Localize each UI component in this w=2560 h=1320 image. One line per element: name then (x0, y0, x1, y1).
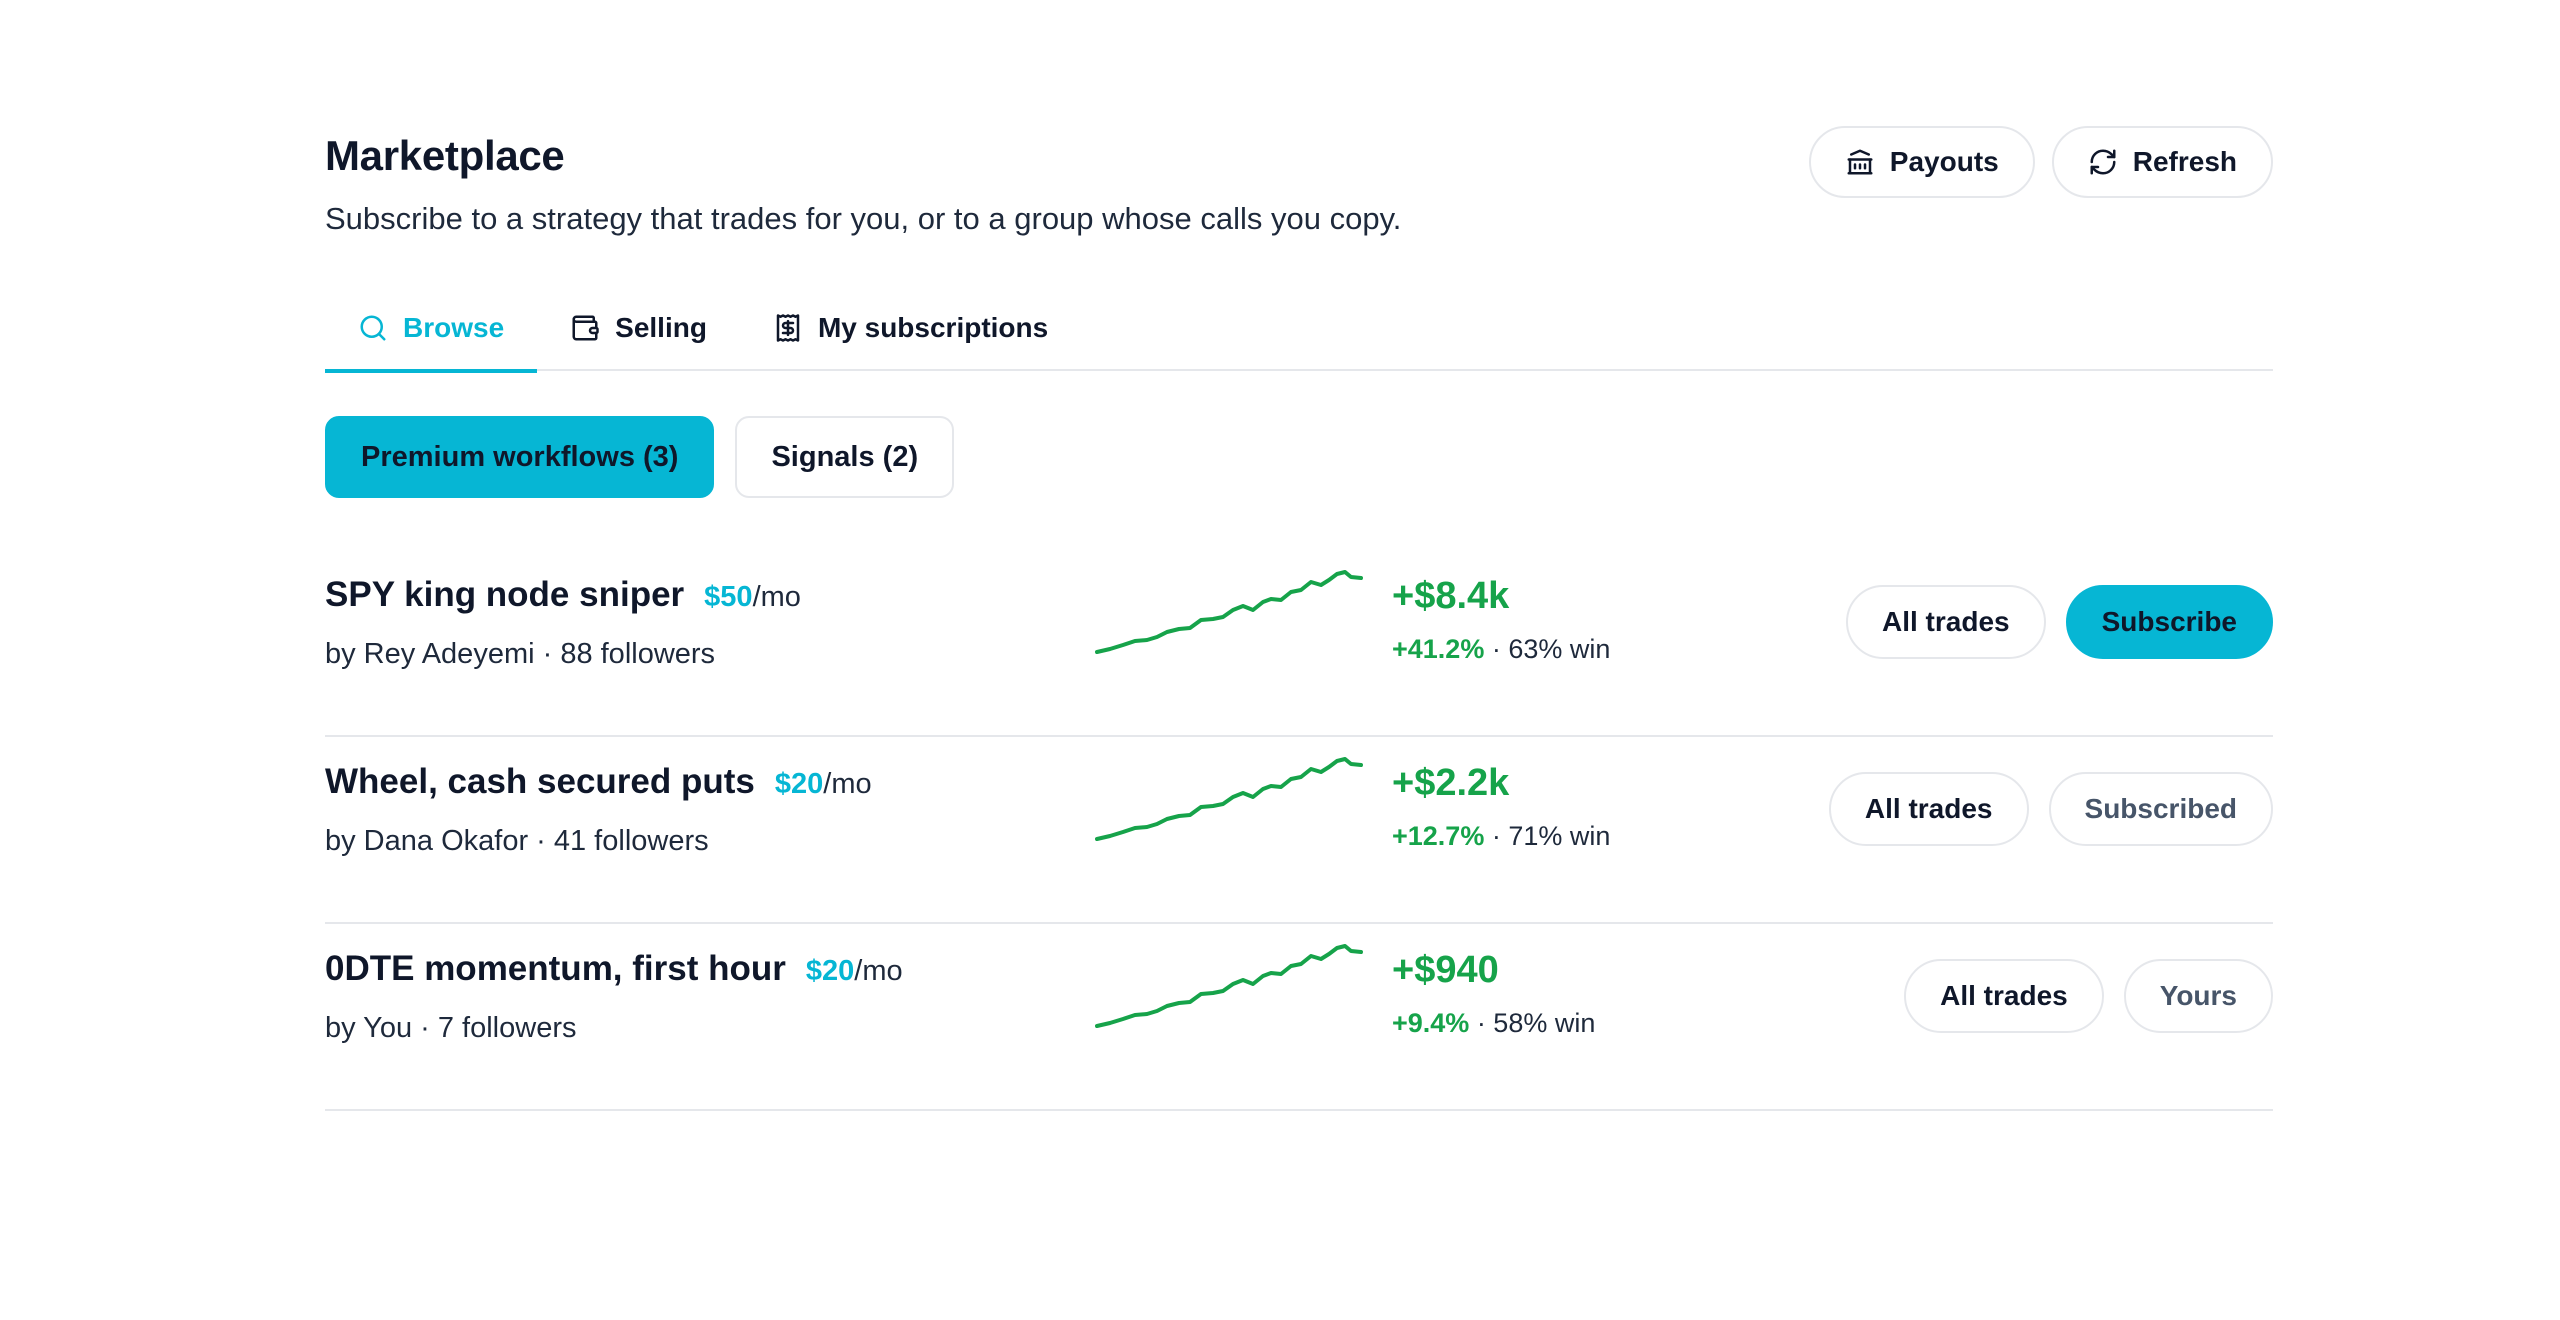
payouts-label: Payouts (1889, 146, 1999, 177)
listing-return: +9.4% (1392, 1008, 1470, 1038)
header-actions: Payouts Refresh (1808, 126, 2273, 198)
tab-selling[interactable]: Selling (537, 285, 740, 371)
list-item: SPY king node sniper $50 /mo by Rey Adey… (325, 550, 2273, 737)
listing-name[interactable]: 0DTE momentum, first hour (325, 949, 786, 989)
segment-premium-workflows[interactable]: Premium workflows (3) (325, 416, 715, 498)
listing-actions: All trades Subscribed (1828, 772, 2273, 846)
listing-list: SPY king node sniper $50 /mo by Rey Adey… (325, 550, 2273, 1111)
payouts-button[interactable]: Payouts (1808, 126, 2035, 198)
page-header: Marketplace Subscribe to a strategy that… (325, 125, 2273, 245)
segment-control: Premium workflows (3) Signals (2) (325, 416, 955, 498)
search-icon (358, 313, 388, 343)
yours-button[interactable]: Yours (2123, 959, 2273, 1033)
list-item: Wheel, cash secured puts $20 /mo by Dana… (325, 737, 2273, 924)
listing-price: $20 (805, 955, 855, 987)
sparkline (1095, 757, 1363, 841)
listing-meta: by You · 7 followers (325, 1012, 577, 1044)
listing-period: /mo (823, 768, 872, 800)
listing-period: /mo (854, 955, 903, 987)
listing-return: +41.2% (1392, 634, 1485, 664)
all-trades-button[interactable]: All trades (1904, 959, 2104, 1033)
listing-price: $20 (774, 768, 824, 800)
listing-pnl: +$2.2k (1392, 762, 1510, 804)
tab-bar: Browse Selling My subscriptions (325, 285, 2273, 373)
listing-stats: +41.2% · 63% win (1392, 634, 1610, 665)
listing-actions: All trades Yours (1904, 959, 2273, 1033)
main-content: Marketplace Subscribe to a strategy that… (325, 125, 2273, 1111)
listing-title-line: 0DTE momentum, first hour $20 /mo (325, 949, 903, 989)
subscribed-button[interactable]: Subscribed (2048, 772, 2273, 846)
marketplace-page: Marketplace Subscribe to a strategy that… (0, 0, 2560, 1320)
listing-price: $50 (704, 581, 753, 613)
tab-my-subscriptions[interactable]: My subscriptions (740, 285, 1081, 371)
listing-winrate: · 71% win (1484, 821, 1611, 851)
listing-stats: +9.4% · 58% win (1392, 1008, 1595, 1039)
listing-meta: by Dana Okafor · 41 followers (325, 825, 709, 857)
listing-pnl: +$8.4k (1392, 575, 1510, 617)
listing-name[interactable]: Wheel, cash secured puts (325, 762, 755, 802)
list-item: 0DTE momentum, first hour $20 /mo by You… (325, 924, 2273, 1111)
listing-name[interactable]: SPY king node sniper (325, 575, 684, 615)
subscribe-button[interactable]: Subscribe (2065, 585, 2273, 659)
listing-title-line: SPY king node sniper $50 /mo (325, 575, 801, 615)
all-trades-button[interactable]: All trades (1828, 772, 2029, 846)
listing-meta: by Rey Adeyemi · 88 followers (325, 638, 716, 670)
listing-pnl: +$940 (1392, 949, 1499, 991)
segment-signals[interactable]: Signals (2) (735, 416, 955, 498)
receipt-icon (773, 313, 803, 343)
sparkline (1095, 570, 1363, 654)
listing-return: +12.7% (1392, 821, 1485, 851)
all-trades-button[interactable]: All trades (1846, 585, 2046, 659)
listing-actions: All trades Subscribe (1846, 585, 2273, 659)
tab-browse[interactable]: Browse (325, 285, 538, 373)
refresh-icon (2088, 147, 2118, 177)
bank-icon (1845, 147, 1875, 177)
listing-period: /mo (752, 581, 801, 613)
tab-label: Browse (403, 312, 505, 343)
tab-label: My subscriptions (817, 312, 1049, 343)
tab-label: Selling (615, 312, 707, 343)
listing-title-line: Wheel, cash secured puts $20 /mo (325, 762, 872, 802)
refresh-label: Refresh (2132, 146, 2237, 177)
page-subtitle: Subscribe to a strategy that trades for … (325, 201, 1402, 236)
listing-stats: +12.7% · 71% win (1392, 821, 1610, 852)
refresh-button[interactable]: Refresh (2051, 126, 2273, 198)
listing-winrate: · 58% win (1469, 1008, 1596, 1038)
page-title: Marketplace (325, 132, 565, 179)
sparkline (1095, 944, 1363, 1028)
wallet-icon (570, 313, 600, 343)
listing-winrate: · 63% win (1484, 634, 1611, 664)
